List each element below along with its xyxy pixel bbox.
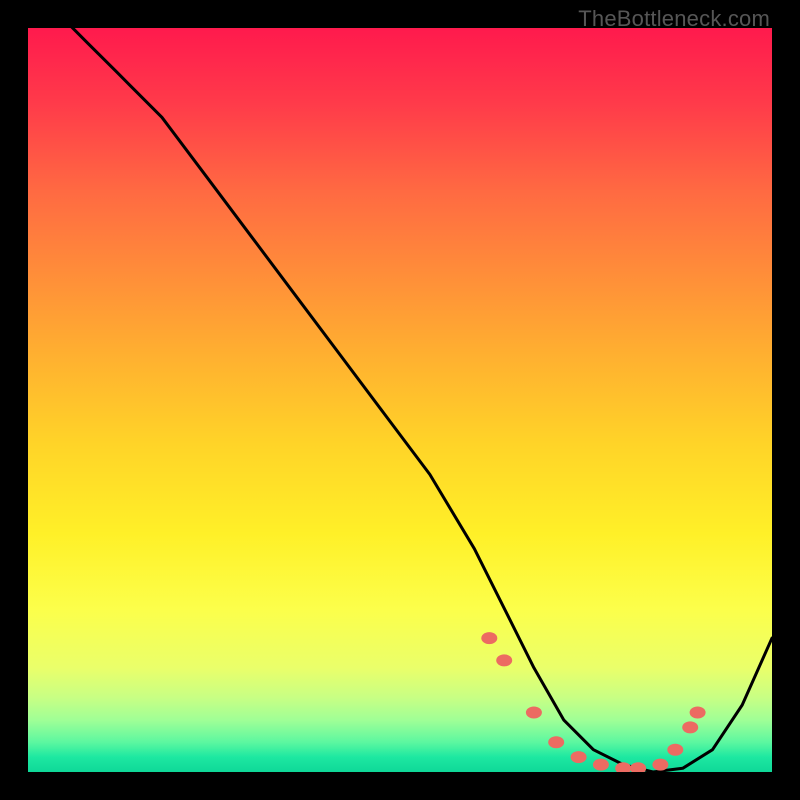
marker-dot xyxy=(593,759,609,771)
curve-line xyxy=(28,28,772,772)
marker-dot xyxy=(630,762,646,772)
marker-dot xyxy=(652,759,668,771)
marker-dot xyxy=(526,707,542,719)
marker-dot xyxy=(667,744,683,756)
marker-dot xyxy=(615,762,631,772)
chart-frame: TheBottleneck.com xyxy=(0,0,800,800)
marker-dot xyxy=(548,736,564,748)
chart-svg xyxy=(28,28,772,772)
marker-dot xyxy=(481,632,497,644)
marker-dot xyxy=(682,721,698,733)
plot-area xyxy=(28,28,772,772)
marker-dot xyxy=(690,707,706,719)
marker-dot xyxy=(496,654,512,666)
marker-dot xyxy=(571,751,587,763)
